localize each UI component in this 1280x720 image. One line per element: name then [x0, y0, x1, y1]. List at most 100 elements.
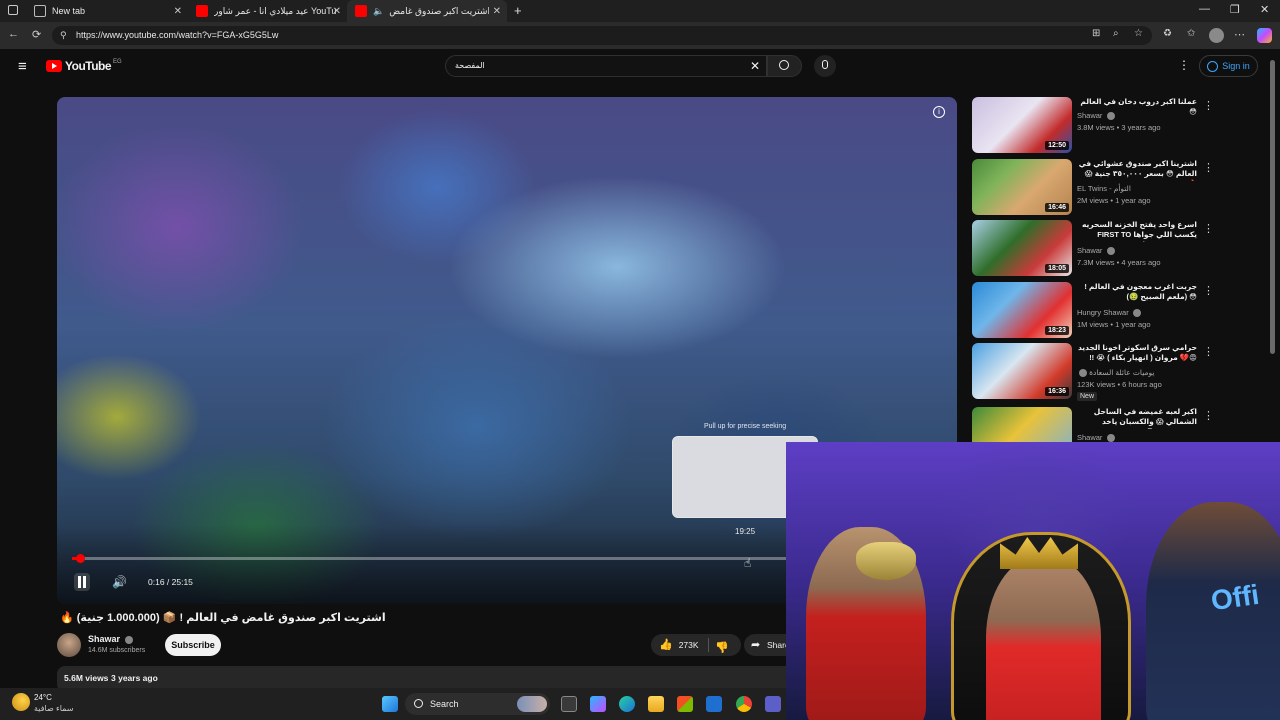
copilot-icon[interactable] [1257, 28, 1272, 43]
back-icon[interactable]: ← [8, 28, 19, 40]
video-thumbnail[interactable]: 16:46 [972, 159, 1072, 215]
clear-search-icon[interactable]: ✕ [750, 59, 760, 73]
recommendation-item[interactable]: 18:05 اسرع واحد يفتح الخزنه السحريه يكسب… [972, 220, 1262, 278]
teams-icon[interactable] [765, 696, 781, 712]
close-icon[interactable]: ✕ [493, 6, 501, 17]
verified-icon [1106, 434, 1115, 442]
recommendation-title[interactable]: حرامي سرق اسكوتر اخونا الجديد 😡💔 مروان (… [1077, 343, 1197, 363]
more-options-icon[interactable]: ⋮ [1203, 161, 1214, 174]
volume-icon[interactable]: 🔊 [112, 575, 127, 589]
tab-new-tab[interactable]: New tab ✕ [26, 0, 188, 22]
recommendation-channel[interactable]: Hungry Shawar [1077, 308, 1141, 318]
microphone-icon [822, 60, 828, 69]
cat-mask [856, 542, 916, 580]
speaker-icon[interactable]: 🔈 [373, 6, 384, 17]
more-options-icon[interactable]: ⋮ [1203, 409, 1214, 422]
verified-icon [1106, 112, 1115, 121]
recommendation-item[interactable]: 16:36 حرامي سرق اسكوتر اخونا الجديد 😡💔 م… [972, 343, 1262, 401]
video-thumbnail[interactable] [972, 407, 1072, 442]
voice-search-button[interactable] [814, 55, 836, 77]
recommendation-channel[interactable]: يوميات عائلة السعادة [1077, 368, 1155, 378]
app-install-icon[interactable]: ⊞ [1092, 28, 1100, 39]
profile-avatar[interactable] [1209, 28, 1224, 43]
channel-text: Hungry Shawar [1077, 308, 1129, 317]
recommendation-item[interactable]: 12:50 عملنا اكبر دروب دخان في العالم 😳 S… [972, 97, 1262, 155]
more-options-icon[interactable]: ⋮ [1203, 345, 1214, 358]
recommendation-channel[interactable]: EL Twins - التوأم [1077, 184, 1131, 193]
close-window-icon[interactable]: ✕ [1260, 3, 1269, 16]
channel-text: Shawar [1077, 246, 1103, 255]
pause-button[interactable] [74, 573, 90, 591]
recommendation-title[interactable]: جربت اغرب معجون في العالم !😳 (ملعم الصبي… [1077, 282, 1197, 302]
subscribe-button[interactable]: Subscribe [165, 634, 221, 656]
restore-icon[interactable]: ❐ [1230, 3, 1240, 16]
favorites-icon[interactable]: ✩ [1187, 28, 1195, 39]
search-icon [779, 60, 789, 70]
settings-menu-icon[interactable]: ⋮ [1178, 58, 1190, 72]
tab-actions-icon[interactable] [8, 5, 18, 15]
page-scrollbar[interactable] [1270, 60, 1275, 354]
minimize-icon[interactable]: — [1199, 3, 1210, 15]
video-thumbnail[interactable]: 18:05 [972, 220, 1072, 276]
info-icon[interactable]: i [933, 106, 945, 118]
recommendation-meta: 123K views • 6 hours ago [1077, 380, 1162, 389]
new-tab-plus-icon[interactable]: + [514, 3, 522, 18]
sign-in-button[interactable]: Sign in [1199, 55, 1258, 77]
hamburger-menu-icon[interactable]: ≡ [18, 58, 27, 75]
cursor-hand-icon: ☝ [744, 556, 752, 570]
recommendation-item[interactable]: اكبر لعبه غميضه في الساحل الشمالي 😱 والك… [972, 407, 1262, 442]
recommendation-title[interactable]: اسرع واحد يفتح الخزنه السحريه يكسب اللي … [1077, 220, 1197, 242]
task-view-icon[interactable] [561, 696, 577, 712]
recommendation-channel[interactable]: Shawar [1077, 246, 1115, 256]
region-code: EG [113, 59, 122, 65]
copilot-taskbar-icon[interactable] [590, 696, 606, 712]
video-thumbnail[interactable]: 12:50 [972, 97, 1072, 153]
channel-text: يوميات عائلة السعادة [1089, 368, 1155, 377]
microsoft-store-icon[interactable] [677, 696, 693, 712]
extensions-icon[interactable]: ♻ [1163, 28, 1172, 39]
scrubber-handle[interactable] [76, 554, 85, 563]
video-thumbnail[interactable]: 18:23 [972, 282, 1072, 338]
favorite-star-icon[interactable]: ☆ [1134, 28, 1143, 39]
browser-menu-icon[interactable]: ⋯ [1234, 28, 1245, 41]
url-text[interactable]: https://www.youtube.com/watch?v=FGA-xG5G… [76, 30, 278, 40]
temperature[interactable]: 24°C [34, 693, 52, 702]
views-text: 7.3M views [1077, 258, 1115, 267]
dislike-button[interactable]: 👎 [715, 638, 729, 656]
channel-name[interactable]: Shawar [88, 634, 133, 644]
search-input[interactable]: المفصحة ✕ [445, 55, 767, 77]
tab-youtube-birthday[interactable]: عيد ميلادي انا - عمر شاور YouTube ✕ [188, 0, 347, 22]
views-text: 1M views [1077, 320, 1109, 329]
close-icon[interactable]: ✕ [333, 6, 341, 17]
channel-avatar[interactable] [57, 633, 81, 657]
edge-browser-icon[interactable] [619, 696, 635, 712]
recommendation-title[interactable]: اشترينا اكبر صندوق عشوائي في العالم 😳 بس… [1077, 159, 1197, 181]
more-options-icon[interactable]: ⋮ [1203, 99, 1214, 112]
recommendation-title[interactable]: اكبر لعبه غميضه في الساحل الشمالي 😱 والك… [1077, 407, 1197, 429]
refresh-icon[interactable]: ⟳ [32, 28, 41, 41]
recommendation-item[interactable]: 16:46 اشترينا اكبر صندوق عشوائي في العال… [972, 159, 1262, 217]
youtube-logo[interactable]: YouTube EG [46, 59, 122, 73]
file-explorer-icon[interactable] [648, 696, 664, 712]
weather-icon[interactable] [12, 693, 30, 711]
recommendation-channel[interactable]: Shawar [1077, 433, 1115, 442]
picture-in-picture-video[interactable]: Offi [786, 442, 1280, 720]
site-info-icon[interactable]: ⚲ [60, 30, 67, 41]
mail-icon[interactable] [706, 696, 722, 712]
zoom-icon[interactable]: ⌕ [1113, 28, 1119, 39]
more-options-icon[interactable]: ⋮ [1203, 284, 1214, 297]
recommendation-channel[interactable]: Shawar [1077, 111, 1115, 121]
windows-start-icon[interactable] [382, 696, 398, 712]
more-options-icon[interactable]: ⋮ [1203, 222, 1214, 235]
view-count: 5.6M views [64, 673, 109, 683]
search-button[interactable] [767, 55, 802, 77]
tab-youtube-active[interactable]: 🔈 اشتريت اكبر صندوق غامض ✕ [347, 0, 507, 22]
video-thumbnail[interactable]: 16:36 [972, 343, 1072, 399]
recommendation-item[interactable]: 18:23 جربت اغرب معجون في العالم !😳 (ملعم… [972, 282, 1262, 340]
progress-bar[interactable] [72, 557, 786, 560]
youtube-icon [196, 5, 208, 17]
taskbar-search[interactable]: Search [405, 693, 550, 715]
like-button[interactable]: 👍 273K [659, 638, 699, 651]
close-icon[interactable]: ✕ [174, 6, 182, 17]
chrome-icon[interactable] [736, 696, 752, 712]
